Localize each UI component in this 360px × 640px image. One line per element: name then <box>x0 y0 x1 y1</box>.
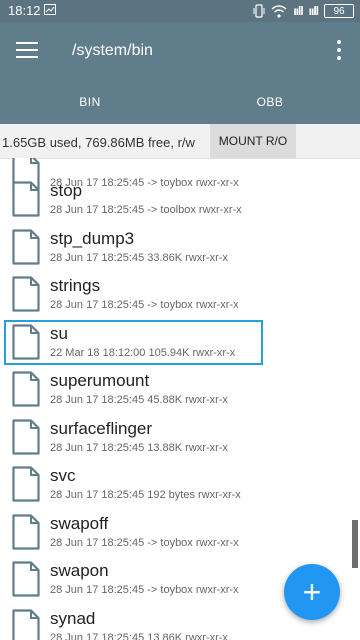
file-name: swapon <box>50 561 109 580</box>
file-row[interactable]: swapoff 28 Jun 17 18:25:45 -> toybox rwxr… <box>0 508 360 555</box>
more-options-icon[interactable] <box>336 40 342 60</box>
storage-info-bar: 1.65GB used, 769.86MB free, r/w MOUNT R/… <box>0 124 360 159</box>
add-button[interactable]: + <box>284 564 340 620</box>
file-row[interactable]: stop 28 Jun 17 18:25:45 -> toolbox rwxr-x… <box>0 175 360 222</box>
file-icon <box>12 181 40 217</box>
file-name: strings <box>50 276 101 295</box>
file-icon <box>12 371 40 407</box>
file-row[interactable]: stp_dump3 28 Jun 17 18:25:45 33.86K rwxr-… <box>0 223 360 270</box>
page-title: /system/bin <box>72 42 153 59</box>
file-meta: 28 Jun 17 18:25:45 13.86K rwxr-xr-x <box>50 632 228 640</box>
file-row[interactable]: svc 28 Jun 17 18:25:45 192 bytes rwxr-xr-… <box>0 460 360 507</box>
file-meta: 28 Jun 17 18:25:45 -> toybox rwxr-xr-x <box>50 584 239 596</box>
status-bar: 18:12 ııll ııll 96 <box>0 0 360 22</box>
status-icons: ııll ııll 96 <box>253 3 354 19</box>
file-icon <box>12 229 40 265</box>
file-name: surfaceflinger <box>50 419 153 438</box>
signal-icon: ııll <box>293 4 303 18</box>
signal-icon-2: ııll <box>308 4 319 18</box>
file-meta: 28 Jun 17 18:25:45 192 bytes rwxr-xr-x <box>50 489 241 501</box>
file-row[interactable]: su 22 Mar 18 18:12:00 105.94K rwxr-xr-x <box>0 318 360 365</box>
storage-info: 1.65GB used, 769.86MB free, r/w <box>2 135 195 150</box>
battery-icon: 96 <box>324 4 354 18</box>
file-name: svc <box>50 466 76 485</box>
file-row[interactable]: superumount 28 Jun 17 18:25:45 45.88K rwx… <box>0 365 360 412</box>
file-meta: 28 Jun 17 18:25:45 33.86K rwxr-xr-x <box>50 252 228 264</box>
file-meta: 28 Jun 17 18:25:45 13.88K rwxr-xr-x <box>50 442 228 454</box>
file-name: swapoff <box>50 514 109 533</box>
file-icon <box>12 561 40 597</box>
file-icon <box>12 466 40 502</box>
battery-level: 96 <box>333 5 345 17</box>
tab-bin[interactable]: BIN <box>0 80 180 124</box>
mount-button[interactable]: MOUNT R/O <box>210 124 296 158</box>
file-icon <box>12 419 40 455</box>
status-time: 18:12 <box>8 3 41 18</box>
file-meta: 28 Jun 17 18:25:45 -> toybox rwxr-xr-x <box>50 537 239 549</box>
app-bar: /system/bin <box>0 22 360 80</box>
file-name: superumount <box>50 371 150 390</box>
wifi-icon <box>271 4 287 18</box>
file-icon <box>12 514 40 550</box>
file-name: stp_dump3 <box>50 229 135 248</box>
file-icon <box>12 276 40 312</box>
notification-icon <box>44 4 56 15</box>
file-meta: 22 Mar 18 18:12:00 105.94K rwxr-xr-x <box>50 347 236 359</box>
scrollbar[interactable] <box>352 520 358 568</box>
file-icon <box>12 609 40 640</box>
menu-icon[interactable] <box>16 42 38 58</box>
file-row[interactable]: surfaceflinger 28 Jun 17 18:25:45 13.88K … <box>0 413 360 460</box>
file-name: stop <box>50 181 83 200</box>
file-meta: 28 Jun 17 18:25:45 45.88K rwxr-xr-x <box>50 394 228 406</box>
file-name: synad <box>50 609 96 628</box>
file-name: su <box>50 324 68 343</box>
file-meta: 28 Jun 17 18:25:45 -> toolbox rwxr-xr-x <box>50 204 242 216</box>
vibrate-icon <box>253 4 265 18</box>
tab-bar: BIN OBB <box>0 80 360 124</box>
file-icon <box>12 324 40 360</box>
file-row[interactable]: strings 28 Jun 17 18:25:45 -> toybox rwxr… <box>0 270 360 317</box>
tab-obb[interactable]: OBB <box>180 80 360 124</box>
file-meta: 28 Jun 17 18:25:45 -> toybox rwxr-xr-x <box>50 299 239 311</box>
